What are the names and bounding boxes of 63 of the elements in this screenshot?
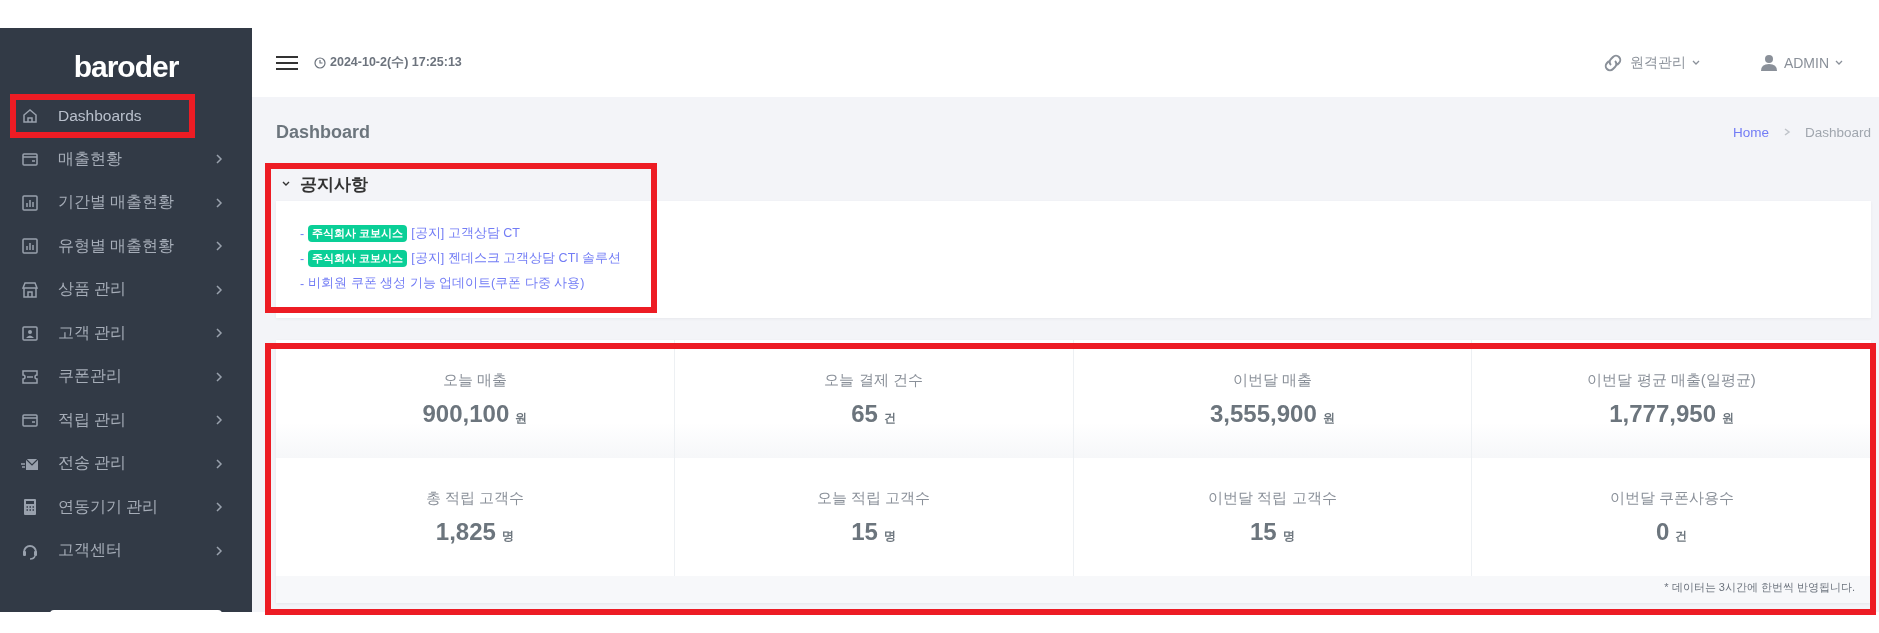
- stat-value: 15: [1250, 517, 1277, 546]
- bar-chart-icon: [20, 236, 40, 257]
- breadcrumb-link[interactable]: Home: [1732, 124, 1769, 140]
- remote-menu[interactable]: 원격관리: [1595, 50, 1706, 75]
- chevron-down-icon: [1835, 59, 1843, 66]
- sidebar-item[interactable]: 연동기기 관리: [0, 485, 252, 529]
- bar-chart-icon: [20, 192, 40, 213]
- stat-value: 65: [851, 399, 878, 428]
- sidebar-item[interactable]: 기간별 매출현황: [0, 181, 252, 225]
- stat-value: 0: [1655, 517, 1670, 546]
- menu-icon[interactable]: [276, 54, 298, 71]
- stat-value: 1,777,950: [1609, 399, 1716, 428]
- company-tag: 주식회사 코보시스: [308, 225, 408, 242]
- section-title: 공지사항: [300, 173, 368, 196]
- stat-unit: 명: [1282, 527, 1295, 545]
- chevron-right-icon: [1782, 127, 1791, 137]
- datetime: 2024-10-2(수) 17:25:13: [330, 54, 462, 71]
- bullet-dash: -: [300, 226, 305, 241]
- stat-label: 오늘 매출: [442, 370, 507, 390]
- stat-unit: 원: [515, 409, 528, 427]
- stat-value: 15: [851, 517, 878, 546]
- notice-link[interactable]: 비회원 쿠폰 생성 기능 업데이트(쿠폰 다중 사용): [308, 275, 585, 292]
- bullet-dash: -: [300, 251, 305, 266]
- breadcrumb-current: Dashboard: [1804, 124, 1871, 140]
- stat-label: 오늘 적립 고객수: [816, 488, 931, 508]
- page-title: Dashboard: [276, 121, 372, 143]
- stat-unit: 명: [501, 527, 514, 545]
- bullet-dash: -: [300, 276, 305, 291]
- stat-unit: 원: [1722, 409, 1734, 427]
- store-icon: [20, 279, 40, 300]
- chevron-down-icon: [1691, 59, 1700, 66]
- sidebar-item[interactable]: 매출현황: [0, 137, 252, 181]
- sidebar-item[interactable]: 상품 관리: [0, 268, 252, 312]
- stat-label: 이번달 평균 매출(일평균): [1587, 370, 1756, 390]
- logo: baroder: [73, 49, 179, 85]
- user-menu[interactable]: ADMIN: [1753, 52, 1849, 73]
- clock-icon: [314, 56, 326, 69]
- stat-label: 이번달 쿠폰사용수: [1609, 488, 1734, 508]
- sidebar-item[interactable]: 유형별 매출현황: [0, 224, 252, 268]
- stat-label: 이번달 매출: [1232, 370, 1312, 390]
- chevron-down-icon[interactable]: [282, 181, 290, 187]
- stat-unit: 건: [883, 409, 896, 427]
- sidebar-item[interactable]: Dashboards: [0, 94, 252, 138]
- company-tag: 주식회사 코보시스: [308, 250, 408, 267]
- notice-link[interactable]: [공지] 고객상담 CT: [411, 225, 520, 242]
- sidebar-item[interactable]: 쿠폰관리: [0, 355, 252, 399]
- stat-label: 이번달 적립 고객수: [1208, 488, 1337, 508]
- sidebar-item[interactable]: 고객 관리: [0, 311, 252, 355]
- stat-label: 오늘 결제 건수: [824, 370, 923, 390]
- stat-unit: 원: [1322, 409, 1335, 427]
- stat-label: 총 적립 고객수: [425, 488, 525, 508]
- stat-value: 3,555,900: [1210, 399, 1317, 428]
- stat-unit: 건: [1675, 527, 1688, 545]
- footnote: * 데이터는 3시간에 한번씩 반영됩니다.: [276, 576, 1871, 603]
- stat-unit: 명: [883, 527, 896, 545]
- contact-card-icon: [20, 323, 40, 344]
- sidebar-item[interactable]: 전송 관리: [0, 442, 252, 486]
- sidebar-item[interactable]: 고객센터: [0, 529, 252, 573]
- notice-link[interactable]: [공지] 젠데스크 고객상담 CTI 솔루션: [411, 250, 622, 267]
- user-icon: [1759, 53, 1778, 72]
- stat-value: 1,825: [435, 517, 496, 546]
- sidebar-item[interactable]: 적립 관리: [0, 398, 252, 442]
- stat-value: 900,100: [422, 399, 510, 428]
